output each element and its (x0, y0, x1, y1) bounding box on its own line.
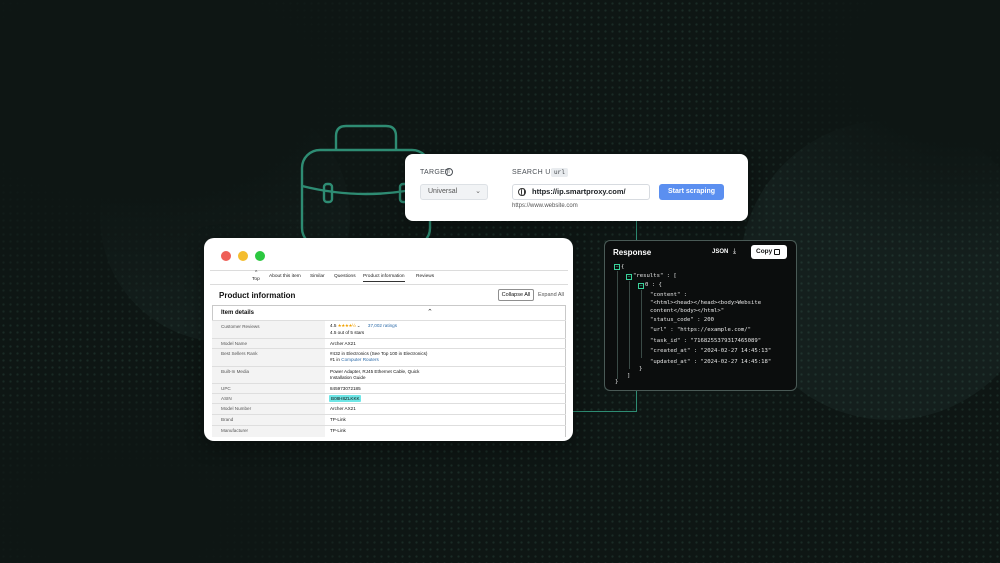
fold-toggle-item[interactable]: − (638, 283, 644, 289)
category-rank-prefix: #1 in (330, 357, 340, 362)
row-key-manufacturer: Manufacturer (221, 428, 249, 433)
product-info-title: Product information (219, 291, 296, 300)
row-divider (212, 393, 566, 394)
code-line: "task_id" : "7168255379317465089" (650, 338, 762, 344)
row-value-upc: 845973072185 (330, 386, 361, 391)
expand-all-button[interactable]: Expand All (538, 292, 564, 298)
window-minimize-dot[interactable] (238, 251, 248, 261)
chevron-down-icon[interactable]: ⌄ (357, 323, 361, 328)
rating-value: 4.5 (330, 323, 337, 328)
connector-line (636, 391, 637, 411)
row-value-rating: 4.5 ★★★★½ ⌄ 37,002 ratings (330, 323, 397, 329)
item-details-heading[interactable]: Item details (221, 310, 254, 316)
copy-icon (774, 249, 780, 255)
row-key-model-name: Model Name (221, 341, 248, 346)
row-value-model-number: Archer AX21 (330, 406, 356, 411)
row-key-asin: ASIN (221, 396, 232, 401)
tab-top[interactable]: Top (252, 277, 260, 282)
code-line: "<html><head></head><body>Website (650, 300, 762, 306)
row-value-category-rank: #1 in Computer Routers (330, 357, 379, 363)
format-label: JSON (712, 249, 729, 255)
window-maximize-dot[interactable] (255, 251, 265, 261)
row-key-customer-reviews: Customer Reviews (221, 324, 260, 329)
row-key-model-number: Model Number (221, 406, 252, 411)
row-divider (212, 338, 566, 339)
code-line: "content" : (650, 292, 688, 298)
code-line: "url" : "https://example.com/" (650, 327, 752, 333)
row-value-asin: B08H8ZLKKK (331, 396, 360, 401)
row-divider (212, 366, 566, 367)
tab-questions[interactable]: Questions (334, 274, 356, 279)
code-line: "results" : [ (633, 273, 677, 279)
row-divider (212, 425, 566, 426)
response-panel (604, 240, 797, 391)
row-value-brand: TP-Link (330, 417, 346, 422)
indent-guide (629, 281, 630, 369)
tab-about-this-item[interactable]: About this item (269, 274, 301, 279)
copy-button-label: Copy (756, 248, 773, 255)
code-line: "status_code" : 200 (650, 317, 714, 323)
rating-stars: ★★★★½ (337, 323, 356, 328)
row-key-built-in-media: Built-In Media (221, 369, 250, 374)
target-select[interactable]: Universal ⌄ (420, 184, 488, 200)
tab-similar[interactable]: Similar (310, 274, 325, 279)
row-divider (212, 414, 566, 415)
copy-button[interactable]: Copy (751, 245, 787, 259)
fold-toggle-root[interactable]: − (614, 264, 620, 270)
connector-line (573, 411, 637, 412)
download-icon[interactable]: ⤓ (733, 248, 736, 256)
code-line: } (639, 366, 643, 372)
collapse-all-button[interactable]: Collapse All (498, 289, 534, 301)
code-line: ] (627, 373, 631, 379)
code-line: "updated_at" : "2024-02-27 14:45:18" (650, 359, 772, 365)
example-url-text: https://www.website.com (512, 203, 578, 209)
row-key-upc: UPC (221, 386, 231, 391)
code-line: content</body></html>" (650, 308, 725, 314)
row-divider (212, 383, 566, 384)
code-line: { (621, 264, 625, 270)
row-value-manufacturer: TP-Link (330, 428, 346, 433)
start-scraping-button[interactable]: Start scraping (659, 184, 724, 200)
ratings-count-link[interactable]: 37,002 ratings (368, 323, 397, 328)
row-value-built-in-media-cont: Installation Guide (330, 375, 366, 380)
search-url-input[interactable]: https://ip.smartproxy.com/ (512, 184, 650, 200)
connector-line (636, 221, 637, 240)
row-value-model-name: Archer AX21 (330, 341, 356, 346)
chevron-down-icon: ⌄ (475, 188, 481, 195)
tab-reviews[interactable]: Reviews (416, 274, 434, 279)
chevron-up-icon: ^ (255, 270, 258, 276)
tab-product-information[interactable]: Product information (363, 274, 405, 282)
row-divider (212, 403, 566, 404)
code-line: "created_at" : "2024-02-27 14:45:13" (650, 348, 772, 354)
row-value-rating-text: 4.5 out of 5 stars (330, 330, 365, 335)
row-divider (212, 320, 566, 321)
window-close-dot[interactable] (221, 251, 231, 261)
row-key-best-sellers-rank: Best Sellers Rank (221, 351, 258, 356)
collapse-caret-icon[interactable]: ⌃ (427, 308, 433, 316)
url-chip: url (551, 168, 568, 177)
target-select-value: Universal (428, 188, 458, 195)
response-title: Response (613, 248, 652, 257)
code-line: } (615, 379, 619, 385)
category-link[interactable]: Computer Routers (341, 357, 379, 362)
indent-guide (617, 271, 618, 379)
code-line: 0 : { (645, 282, 662, 288)
row-key-brand: Brand (221, 417, 234, 422)
row-divider (212, 348, 566, 349)
indent-guide (641, 290, 642, 358)
globe-icon (518, 188, 526, 196)
fold-toggle-results[interactable]: − (626, 274, 632, 280)
info-icon[interactable]: i (445, 168, 453, 176)
